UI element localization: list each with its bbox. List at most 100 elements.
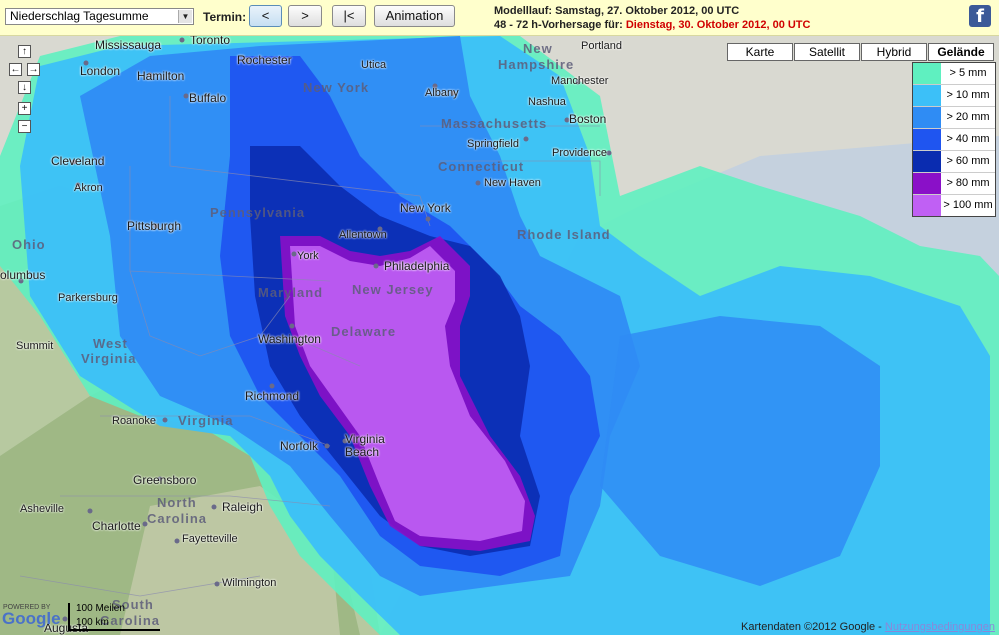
scale-miles: 100 Meilen [76,603,125,614]
legend-swatch [913,85,941,106]
state-north-carolina-1: North [157,495,197,510]
zoom-out-icon[interactable]: − [18,120,31,133]
pan-down-icon[interactable]: ↓ [18,81,31,94]
legend-label: > 80 mm [946,177,990,189]
chevron-down-icon[interactable]: ▼ [178,10,192,23]
label-summit: Summit [16,340,54,352]
label-albany: Albany [425,87,459,99]
label-raleigh: Raleigh [222,500,263,514]
facebook-icon[interactable]: f [969,5,991,27]
state-new-hampshire-1: New [523,41,553,56]
label-philadelphia: Philadelphia [384,259,450,273]
state-rhode-island: Rhode Island [517,227,611,242]
map-type-gelaende[interactable]: Gelände [928,43,994,61]
label-asheville: Asheville [20,503,65,515]
next-button[interactable]: > [288,5,322,27]
label-new-haven: New Haven [484,177,541,189]
legend-row: > 5 mm [913,63,995,85]
state-massachusetts: Massachusetts [441,116,548,131]
map-footer: Kartendaten ©2012 Google - Nutzungsbedin… [741,621,995,633]
zoom-in-icon[interactable]: + [18,102,31,115]
label-wilmington: Wilmington [222,577,277,589]
legend-label: > 10 mm [946,89,990,101]
legend-row: > 20 mm [913,107,995,129]
legend-swatch [913,151,941,172]
state-connecticut: Connecticut [438,159,525,174]
terms-link[interactable]: Nutzungsbedingungen [885,621,995,633]
legend-label: > 100 mm [943,199,993,211]
pan-right-icon[interactable]: → [27,63,40,76]
label-utica: Utica [361,59,387,71]
state-west-virginia-1: West [93,336,128,351]
label-portland: Portland [581,40,622,52]
label-washington: Washington [258,332,321,346]
label-rochester: Rochester [237,53,292,67]
forecast-prefix: 48 - 72 h-Vorhersage für: [494,19,626,31]
label-parkersburg: Parkersburg [58,292,118,304]
label-mississauga: Mississauga [95,38,162,52]
legend-swatch [913,173,941,194]
state-new-york: New York [303,80,370,95]
label-akron: Akron [74,182,103,194]
termin-label: Termin: [203,10,247,24]
legend-swatch [913,63,941,84]
forecast-text: 48 - 72 h-Vorhersage für: Dienstag, 30. … [494,19,810,31]
product-select-value: Niederschlag Tagesumme [10,9,149,23]
label-providence: Providence [552,147,608,159]
label-york: York [297,250,319,262]
legend-swatch [913,107,941,128]
legend-swatch [913,195,941,216]
label-boston: Boston [569,112,607,126]
label-toronto: Toronto [190,36,231,47]
google-logo[interactable]: Google [2,609,61,629]
legend-row: > 40 mm [913,129,995,151]
toolbar: Niederschlag Tagesumme ▼ Termin: < > |< … [0,0,999,36]
scale-km: 100 km [76,617,109,628]
state-delaware: Delaware [331,324,397,339]
label-cleveland: Cleveland [51,154,105,168]
label-new-york-city: New York [400,201,451,215]
first-button[interactable]: |< [332,5,366,27]
label-pittsburgh: Pittsburgh [127,219,182,233]
label-fayetteville: Fayetteville [182,533,238,545]
label-virginia-beach-1: Virginia [345,432,385,446]
legend-label: > 40 mm [946,133,990,145]
label-roanoke: Roanoke [112,415,157,427]
label-greensboro: Greensboro [133,473,197,487]
legend-row: > 80 mm [913,173,995,195]
previous-button[interactable]: < [249,5,282,27]
state-new-jersey: New Jersey [352,282,434,297]
legend-row: > 100 mm [913,195,995,216]
label-columbus: olumbus [0,268,46,282]
pan-left-icon[interactable]: ← [9,63,22,76]
legend-swatch [913,129,941,150]
legend-label: > 5 mm [949,67,987,79]
forecast-date: Dienstag, 30. Oktober 2012, 00 UTC [625,19,811,31]
legend-row: > 10 mm [913,85,995,107]
precipitation-legend: > 5 mm > 10 mm > 20 mm > 40 mm > 60 mm > 80 m… [912,62,996,217]
state-virginia: Virginia [178,413,234,428]
state-maryland: Maryland [258,285,324,300]
legend-label: > 20 mm [946,111,990,123]
state-new-hampshire-2: Hampshire [498,57,575,72]
label-norfolk: Norfolk [280,439,319,453]
state-pennsylvania: Pennsylvania [210,205,306,220]
animation-button[interactable]: Animation [374,5,455,27]
label-springfield: Springfield [467,138,519,150]
label-richmond: Richmond [245,389,300,403]
map-type-satellit[interactable]: Satellit [794,43,860,61]
state-ohio: Ohio [12,237,46,252]
map-type-karte[interactable]: Karte [727,43,793,61]
label-charlotte: Charlotte [92,519,141,533]
map-type-hybrid[interactable]: Hybrid [861,43,927,61]
label-manchester: Manchester [551,75,609,87]
legend-row: > 60 mm [913,151,995,173]
map-type-control: Karte Satellit Hybrid Gelände [726,43,994,61]
label-hamilton: Hamilton [137,69,185,83]
pan-up-icon[interactable]: ↑ [18,45,31,58]
map-canvas[interactable]: Toronto Mississauga London Hamilton Buff… [0,36,999,635]
state-north-carolina-2: Carolina [147,511,208,526]
product-select[interactable]: Niederschlag Tagesumme ▼ [5,8,194,25]
label-allentown: Allentown [339,229,387,241]
copyright-text: Kartendaten ©2012 Google - [741,621,885,633]
